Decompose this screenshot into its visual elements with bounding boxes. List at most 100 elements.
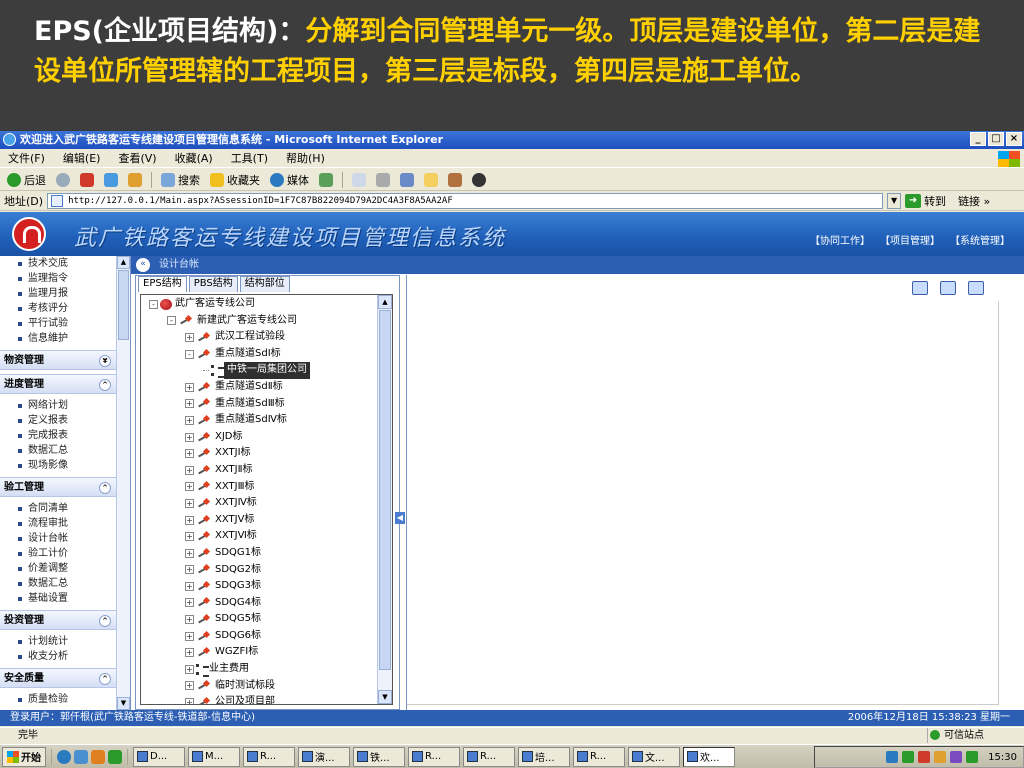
tree-node[interactable]: + XXTJⅢ标 — [143, 479, 375, 496]
sidebar-group-header[interactable]: 投资管理 ^ — [0, 610, 117, 630]
menu-favorites[interactable]: 收藏(A) — [175, 150, 213, 167]
sidebar-item[interactable]: 考核评分 — [0, 301, 130, 316]
sidebar-item[interactable]: 完成报表 — [0, 428, 130, 443]
edit-button[interactable] — [397, 171, 417, 189]
taskbar-task-button[interactable]: 铁... — [353, 746, 405, 767]
expand-node-icon[interactable]: + — [185, 399, 194, 409]
expand-node-icon[interactable]: + — [185, 565, 194, 575]
minimize-button[interactable]: _ — [970, 132, 986, 146]
refresh-button[interactable] — [101, 171, 121, 189]
address-dropdown-button[interactable]: ▼ — [887, 192, 902, 209]
tray-volume-icon[interactable] — [950, 751, 963, 763]
taskbar-task-button[interactable]: 文... — [628, 746, 680, 767]
messenger-button[interactable] — [469, 171, 489, 189]
link-project-management[interactable]: 【项目管理】 — [880, 232, 940, 247]
menu-tools[interactable]: 工具(T) — [231, 150, 268, 167]
tab-structure[interactable]: 结构部位 — [239, 276, 290, 292]
sidebar-item[interactable]: 平行试验 — [0, 316, 130, 331]
home-button[interactable] — [125, 171, 145, 189]
tree-structure-icon[interactable] — [940, 281, 956, 295]
tree-node[interactable]: + SDQG4标 — [143, 595, 375, 612]
tray-update-icon[interactable] — [934, 751, 947, 763]
taskbar-task-button[interactable]: 培... — [518, 746, 570, 767]
start-button[interactable]: 开始 — [2, 746, 46, 767]
taskbar-task-button[interactable]: R... — [243, 746, 295, 767]
menu-edit[interactable]: 编辑(E) — [63, 150, 101, 167]
expand-node-icon[interactable]: + — [185, 482, 194, 492]
panel-splitter-arrow-icon[interactable]: ◀ — [395, 512, 405, 524]
tree-node[interactable]: + XJD标 — [143, 429, 375, 446]
tree-node[interactable]: + XXTJⅠ标 — [143, 445, 375, 462]
scroll-up-arrow-icon[interactable]: ▲ — [117, 256, 130, 269]
menu-help[interactable]: 帮助(H) — [286, 150, 325, 167]
sidebar-item[interactable]: 收支分析 — [0, 649, 130, 664]
tree-node[interactable]: + XXTJⅥ标 — [143, 528, 375, 545]
scroll-down-arrow-icon[interactable]: ▼ — [378, 690, 392, 704]
menu-view[interactable]: 查看(V) — [118, 150, 156, 167]
history-button[interactable] — [316, 171, 336, 189]
sidebar-item[interactable]: 流程审批 — [0, 516, 130, 531]
expand-node-icon[interactable]: + — [185, 598, 194, 608]
outlook-quicklaunch-icon[interactable] — [74, 749, 88, 764]
expand-node-icon[interactable]: + — [185, 498, 194, 508]
sidebar-item[interactable]: 技术交底 — [0, 256, 130, 271]
go-button[interactable]: ➜ 转到 — [905, 193, 946, 209]
tree-scrollbar[interactable]: ▲ ▼ — [377, 295, 392, 704]
tree-node[interactable]: + 公司及项目部 — [143, 694, 375, 704]
sidebar-item[interactable]: 监理指令 — [0, 271, 130, 286]
window-titlebar[interactable]: 欢迎进入武广铁路客运专线建设项目管理信息系统 - Microsoft Inter… — [0, 131, 1024, 149]
discuss-button[interactable] — [421, 171, 441, 189]
taskbar-task-button[interactable]: 欢... — [683, 746, 735, 767]
tray-im-icon[interactable] — [918, 751, 931, 763]
sidebar-item[interactable]: 价差调整 — [0, 561, 130, 576]
sidebar-item[interactable]: 数据汇总 — [0, 443, 130, 458]
tray-network-icon[interactable] — [886, 751, 899, 763]
tray-safety-icon[interactable] — [966, 751, 979, 763]
sidebar-item[interactable]: 现场影像 — [0, 458, 130, 473]
tree-node[interactable]: + SDQG2标 — [143, 562, 375, 579]
sidebar-item[interactable]: 数据汇总 — [0, 576, 130, 591]
collapse-toggle-icon[interactable]: ^ — [99, 379, 111, 391]
maximize-button[interactable]: □ — [988, 132, 1004, 146]
tree-node[interactable]: + XXTJⅤ标 — [143, 512, 375, 529]
sidebar-item[interactable]: 监理月报 — [0, 286, 130, 301]
tree-node[interactable]: + 临时测试标段 — [143, 678, 375, 695]
save-icon[interactable] — [968, 281, 984, 295]
link-collaboration[interactable]: 【协同工作】 — [810, 232, 870, 247]
collapse-node-icon[interactable]: - — [185, 349, 194, 359]
print-button[interactable] — [373, 171, 393, 189]
collapse-toggle-icon[interactable]: ¥ — [99, 355, 111, 367]
expand-node-icon[interactable]: + — [185, 548, 194, 558]
sidebar-group-header[interactable]: 安全质量 ^ — [0, 668, 117, 688]
expand-node-icon[interactable]: + — [185, 515, 194, 525]
expand-node-icon[interactable]: + — [185, 698, 194, 704]
tree-node[interactable]: + 业主费用 — [143, 661, 375, 678]
tree-node[interactable]: + 重点隧道SdⅣ标 — [143, 412, 375, 429]
expand-node-icon[interactable]: + — [185, 631, 194, 641]
back-button[interactable]: 后退 — [4, 171, 49, 189]
expand-node-icon[interactable]: + — [185, 432, 194, 442]
scroll-thumb[interactable] — [118, 270, 129, 340]
tree-node[interactable]: - 重点隧道SdⅠ标 — [143, 346, 375, 363]
tree-node[interactable]: + 武汉工程试验段 — [143, 329, 375, 346]
tree-node[interactable]: + SDQG3标 — [143, 578, 375, 595]
tree-node[interactable]: + WGZFI标 — [143, 644, 375, 661]
media-button[interactable]: 媒体 — [267, 171, 312, 189]
links-button[interactable]: 链接 » — [958, 193, 990, 209]
taskbar-task-button[interactable]: R... — [573, 746, 625, 767]
network-quicklaunch-icon[interactable] — [108, 749, 122, 764]
address-input[interactable]: http://127.0.0.1/Main.aspx?ASsessionID=1… — [47, 192, 884, 209]
tree-node[interactable]: + SDQG1标 — [143, 545, 375, 562]
taskbar-task-button[interactable]: R... — [463, 746, 515, 767]
expand-node-icon[interactable]: + — [185, 465, 194, 475]
tree-node[interactable]: 中铁一局集团公司 — [143, 362, 375, 379]
tree-node[interactable]: - 新建武广客运专线公司 — [143, 313, 375, 330]
scroll-down-arrow-icon[interactable]: ▼ — [117, 697, 130, 710]
sidebar-item[interactable]: 计划统计 — [0, 634, 130, 649]
close-button[interactable]: × — [1006, 132, 1022, 146]
sidebar-item[interactable]: 网络计划 — [0, 398, 130, 413]
stop-button[interactable] — [77, 171, 97, 189]
expand-node-icon[interactable]: + — [185, 664, 194, 674]
collapse-node-icon[interactable]: - — [149, 299, 158, 309]
expand-node-icon[interactable]: + — [185, 681, 194, 691]
